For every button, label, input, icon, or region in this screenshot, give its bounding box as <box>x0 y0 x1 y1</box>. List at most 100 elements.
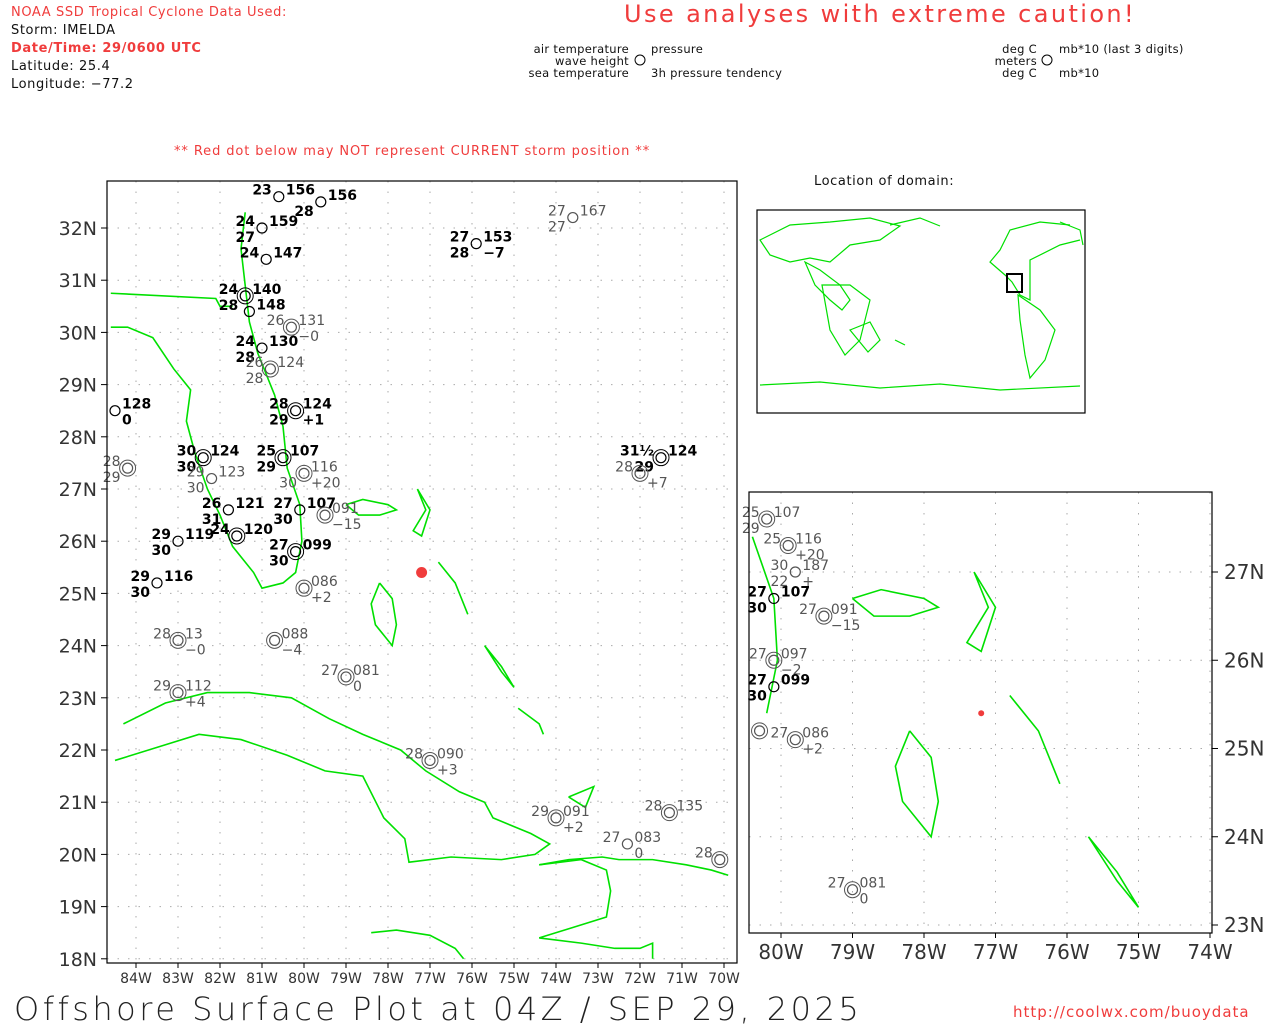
station-pressure: 088 <box>282 626 309 642</box>
station-plot[interactable]: 26 124 28 <box>246 355 305 387</box>
station-circle-icon <box>818 610 830 622</box>
station-pressure: 140 <box>252 282 281 298</box>
station-sea-temp: 30 <box>747 600 767 616</box>
station-pressure: 091 <box>332 501 359 517</box>
lat-tick-label: 27N <box>1224 560 1264 584</box>
station-sea-temp: 30 <box>279 475 297 491</box>
station-plot[interactable]: 27 091−15 <box>799 602 860 634</box>
lon-tick-label: 70W <box>708 971 740 987</box>
station-plot[interactable]: 24 15927 <box>236 214 299 246</box>
station-air-temp: 25 <box>257 444 276 460</box>
station-circle-icon <box>121 462 134 474</box>
station-plot[interactable]: 2829 <box>103 454 137 486</box>
station-air-temp: 29 <box>531 804 549 820</box>
lon-tick-label: 84W <box>120 971 152 987</box>
station-plot[interactable]: 28 <box>695 846 729 869</box>
station-tendency: −0 <box>298 329 319 345</box>
coastline <box>370 582 398 648</box>
lat-tick-label: 19N <box>59 897 97 919</box>
station-plot[interactable]: 27 153 28 −7 <box>450 230 513 262</box>
station-air-temp: 27 <box>799 602 817 618</box>
station-tendency: 0 <box>860 892 869 908</box>
station-plot[interactable]: 1280 <box>109 397 151 429</box>
station-circle-icon <box>340 671 352 683</box>
station-pressure: 135 <box>676 799 703 815</box>
station-plot[interactable]: 27 0810 <box>828 876 887 908</box>
station-plot[interactable]: 28 124 29 +1 <box>269 397 332 429</box>
station-sea-temp: 27 <box>236 230 255 246</box>
station-circle-icon <box>470 238 482 250</box>
lon-tick-label: 77W <box>973 940 1018 964</box>
station-plot[interactable]: 27 086+2 <box>770 726 829 758</box>
station-circle-icon <box>273 191 285 203</box>
station-air-temp: 28 <box>695 846 713 862</box>
station-air-temp: 24 <box>236 214 256 230</box>
station-plot[interactable]: 27 099 30 <box>747 673 810 705</box>
station-circle-icon <box>782 539 794 552</box>
storm-position-dot-inset <box>978 710 985 717</box>
lon-tick-label: 74W <box>1187 940 1232 964</box>
station-tendency: −15 <box>332 517 362 533</box>
station-plot[interactable]: 28 13−0 <box>153 626 205 658</box>
coastline <box>517 707 545 735</box>
station-plot[interactable]: 24 147 <box>240 245 303 265</box>
station-circle-icon <box>550 812 562 824</box>
station-plot[interactable]: 28 090+3 <box>405 746 464 778</box>
station-pressure: 112 <box>185 679 212 695</box>
station-plot[interactable]: 29 11930 <box>152 527 215 559</box>
station-air-temp: 23 <box>252 183 271 199</box>
station-plot[interactable]: 088−4 <box>266 626 309 658</box>
station-plot[interactable]: 086+2 <box>295 574 338 606</box>
lon-tick-label: 77W <box>414 971 446 987</box>
station-plot[interactable]: 29 116 30 <box>131 569 194 601</box>
lat-tick-label: 26N <box>1224 648 1264 672</box>
station-air-temp: 28 <box>269 397 288 413</box>
station-pressure: 153 <box>483 230 512 246</box>
inset-map: 80W 79W 78W 77W 76W 75W 74W 27N 26N 25N 24N 23N 25 10… <box>742 491 1264 964</box>
coastline <box>1087 836 1140 908</box>
wave-ring-icon <box>287 402 305 420</box>
station-plot[interactable]: 27 0830 <box>603 830 662 862</box>
station-plot[interactable]: 28 135 <box>645 799 704 822</box>
lat-tick-label: 21N <box>59 792 97 814</box>
lon-tick-label: 78W <box>901 940 946 964</box>
lat-tick-label: 26N <box>59 531 97 553</box>
station-pressure: 13 <box>185 626 203 642</box>
station-sea-temp: 29 <box>257 460 276 476</box>
station-air-temp: 25 <box>742 505 760 521</box>
station-sea-temp: 31 <box>202 512 221 528</box>
station-pressure: 124 <box>303 397 332 413</box>
lat-tick-label: 22N <box>59 740 97 762</box>
station-circle-icon <box>264 363 276 375</box>
station-circle-icon <box>256 342 268 354</box>
storm-position-dot <box>416 567 428 579</box>
station-air-temp: 24 <box>236 334 256 350</box>
station-plot[interactable]: 29 091+2 <box>531 804 590 836</box>
station-pressure: 121 <box>235 496 264 512</box>
station-air-temp: 30 <box>770 558 788 574</box>
station-sea-temp: 29 <box>742 521 760 537</box>
lon-tick-label: 83W <box>162 971 194 987</box>
wave-ring-icon <box>282 318 300 336</box>
station-plot[interactable]: 29 112+4 <box>153 679 212 711</box>
station-plot[interactable]: 23 156 <box>252 183 315 203</box>
station-air-temp: 26 <box>246 355 264 371</box>
main-map: 84W 83W 82W 81W 80W 79W 78W 77W 76W 75W 74W 73W 72W 7… <box>59 180 740 987</box>
station-plot[interactable]: 27 167 27 <box>548 204 607 236</box>
station-plot[interactable]: 29 123 30 <box>187 465 246 497</box>
map-canvas: 84W 83W 82W 81W 80W 79W 78W 77W 76W 75W 74W 73W 72W 7… <box>59 54 1264 987</box>
station-pressure: 086 <box>802 726 829 742</box>
source-url-link[interactable]: http://coolwx.com/buoydata <box>1013 1003 1250 1021</box>
station-air-temp: 29 <box>131 569 150 585</box>
station-air-temp: 29 <box>153 679 171 695</box>
station-plot[interactable]: 27 099 30 <box>269 538 332 570</box>
wave-ring-icon <box>274 449 292 467</box>
station-circle-icon <box>424 754 436 767</box>
station-plot[interactable] <box>751 722 769 740</box>
station-tendency: −0 <box>185 642 206 658</box>
station-plot[interactable]: 27 0810 <box>321 663 380 695</box>
station-tendency: +3 <box>437 762 458 778</box>
station-circle-icon <box>567 211 579 224</box>
station-air-temp: 24 <box>240 245 260 261</box>
lat-tick-label: 20N <box>59 844 97 866</box>
